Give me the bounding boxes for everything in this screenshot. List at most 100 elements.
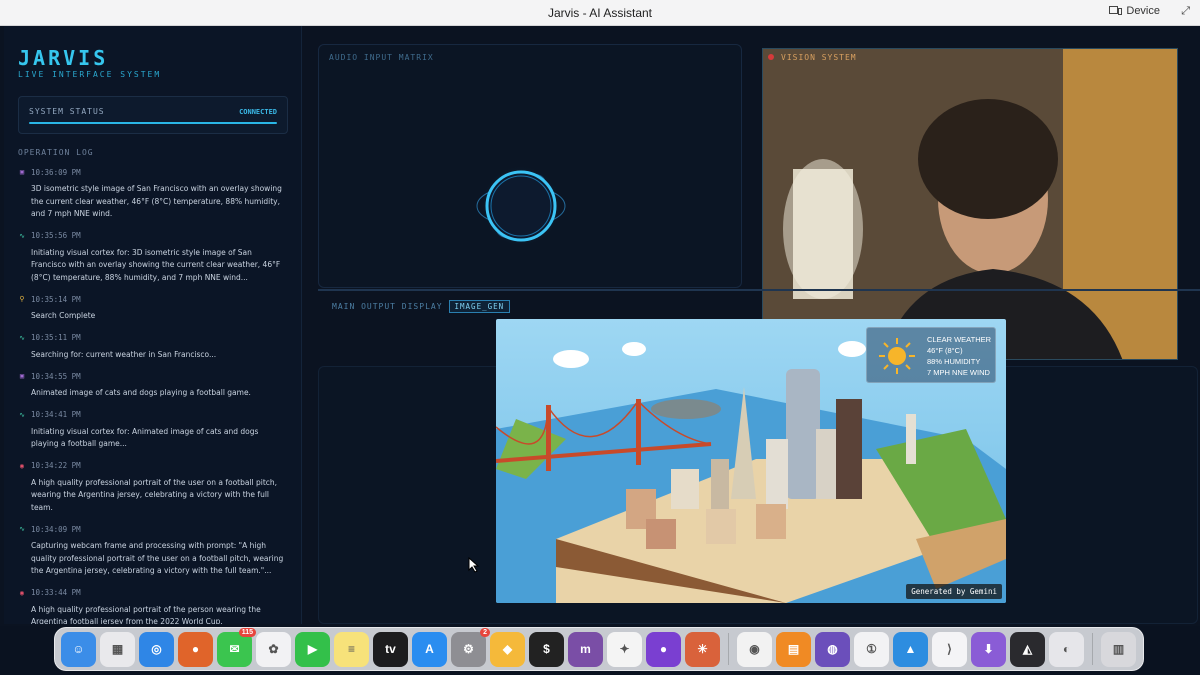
messages-icon[interactable]: ✉ 115	[217, 627, 256, 667]
dock-glyph: ⚙	[463, 642, 474, 656]
dock-glyph: ≡	[347, 642, 355, 656]
dock-glyph: ☺	[72, 642, 85, 656]
log-entry-text: Initiating visual cortex for: 3D isometr…	[31, 247, 281, 282]
unity-icon[interactable]: ◭	[1010, 631, 1045, 667]
1password-icon[interactable]: ①	[854, 631, 889, 667]
image-icon: ▣	[19, 372, 25, 380]
log-timestamp: 10:35:11 PM	[31, 333, 81, 342]
operation-log[interactable]: ▣ 10:36:09 PM 3D isometric style image of …	[18, 166, 288, 625]
dock-glyph: $	[543, 642, 550, 656]
log-entry-text: Searching for: current weather in San Fr…	[31, 349, 217, 359]
log-timestamp: 10:34:22 PM	[31, 461, 81, 470]
generated-image[interactable]: CLEAR WEATHER 46°F (8°C) 88% HUMIDITY 7 …	[496, 319, 1006, 603]
pulse-icon: ∿	[19, 410, 25, 419]
device-label: Device	[1126, 5, 1160, 17]
vscode-icon[interactable]: ⟩	[932, 631, 967, 667]
weather-temperature: 46°F (8°C)	[927, 346, 963, 355]
keynote-icon[interactable]: ▲	[893, 631, 928, 667]
firefox-dev-icon[interactable]: ●	[646, 631, 681, 667]
dock-separator	[1092, 633, 1093, 665]
app-window: JARVIS LIVE INTERFACE SYSTEM SYSTEM STAT…	[0, 26, 1200, 626]
dock-glyph: ◎	[151, 642, 162, 656]
photos-icon[interactable]: ✿	[256, 631, 291, 667]
downloader-icon[interactable]: ⬇	[971, 631, 1006, 667]
log-entry-text: A high quality professional portrait of …	[31, 477, 278, 512]
launchpad-icon[interactable]: ▦	[100, 631, 135, 667]
finder-icon[interactable]: ☺	[61, 631, 96, 667]
log-entry-time: ∿ 10:35:11 PM	[18, 332, 288, 344]
log-entry-time: ▣ 10:36:09 PM	[18, 166, 288, 178]
dock-glyph: m	[580, 642, 591, 656]
log-entry-time: ▣ 10:34:55 PM	[18, 370, 288, 382]
imovie-icon[interactable]: m	[568, 631, 603, 667]
sun-icon	[879, 338, 915, 374]
chrome-icon[interactable]: ◉	[737, 631, 772, 667]
log-entry-text: Animated image of cats and dogs playing …	[31, 388, 251, 397]
log-entry-text: Capturing webcam frame and processing wi…	[31, 541, 284, 575]
notification-badge: 2	[480, 627, 490, 637]
dock-glyph: ▥	[1112, 642, 1125, 656]
books-icon[interactable]: ▤	[776, 631, 811, 667]
dock-glyph: ⬇	[983, 642, 994, 656]
settings-icon[interactable]: ⚙ 2	[451, 627, 490, 667]
system-status-value: CONNECTED	[239, 108, 277, 116]
notes-icon[interactable]: ≡	[334, 631, 369, 667]
webcam-image	[763, 49, 1177, 359]
dock-glyph: ◐	[1062, 642, 1071, 656]
trash-icon[interactable]: ▥	[1101, 631, 1136, 667]
device-icon	[1109, 6, 1123, 15]
dock-glyph: tv	[385, 642, 396, 656]
weather-humidity: 88% HUMIDITY	[927, 357, 981, 366]
terminal-icon[interactable]: $	[529, 631, 564, 667]
dock-glyph: ✳	[697, 642, 708, 656]
firefox-icon[interactable]: ●	[178, 631, 213, 667]
fullscreen-icon[interactable]: ⤢	[1181, 4, 1190, 18]
log-entry: ◉ 10:34:22 PM A high quality professional …	[18, 460, 288, 515]
dock-glyph: ▦	[111, 642, 124, 656]
output-mode-badge: IMAGE_GEN	[448, 300, 511, 313]
status-bar	[29, 122, 277, 124]
dock-glyph: ●	[659, 642, 668, 656]
dock-glyph: ▶	[307, 642, 318, 656]
dock-glyph: ⟩	[947, 642, 952, 656]
weather-condition: CLEAR WEATHER	[927, 335, 992, 344]
log-entry-text: Initiating visual cortex for: Animated i…	[31, 426, 259, 449]
appletv-icon[interactable]: tv	[373, 631, 408, 667]
dock-glyph: ▲	[904, 642, 917, 656]
log-entry: ▣ 10:36:09 PM 3D isometric style image of …	[18, 166, 288, 221]
log-timestamp: 10:36:09 PM	[31, 167, 81, 177]
facetime-icon[interactable]: ▶	[295, 631, 330, 667]
output-header: MAIN OUTPUT DISPLAY IMAGE_GEN	[332, 300, 511, 313]
log-entry-text: 3D isometric style image of San Francisc…	[31, 184, 282, 218]
system-status-label: SYSTEM STATUS	[29, 107, 105, 116]
dock-glyph: ◭	[1022, 642, 1033, 656]
safari-icon[interactable]: ◎	[139, 631, 174, 667]
camera-icon: ◉	[19, 461, 25, 470]
weather-wind: 7 MPH NNE WIND	[927, 368, 990, 377]
generated-caption: Generated by Gemini	[906, 584, 1002, 599]
log-entry: ∿ 10:35:11 PM Searching for: current weath…	[18, 332, 288, 362]
dock-glyph: ①	[866, 642, 877, 656]
log-entry: ∿ 10:34:41 PM Initiating visual cortex for…	[18, 409, 288, 451]
dock-glyph: ◍	[827, 642, 838, 656]
dock-glyph: ◉	[749, 642, 760, 656]
github-icon[interactable]: ◍	[815, 631, 850, 667]
pulse-icon: ∿	[19, 231, 25, 240]
log-entry-time: ◉ 10:33:44 PM	[18, 587, 288, 599]
sketch-icon[interactable]: ◆	[490, 631, 525, 667]
log-timestamp: 10:34:55 PM	[31, 371, 81, 381]
mouse-cursor-icon	[468, 556, 480, 577]
system-status-card: SYSTEM STATUS CONNECTED	[18, 96, 288, 134]
chatgpt-icon[interactable]: ✦	[607, 631, 642, 667]
appstore-icon[interactable]: A	[412, 631, 447, 667]
log-timestamp: 10:34:41 PM	[31, 410, 81, 419]
device-button[interactable]: Device	[1109, 5, 1160, 17]
dock-glyph: A	[425, 642, 434, 656]
screenshot-icon[interactable]: ◐	[1049, 631, 1084, 667]
app-subtitle: LIVE INTERFACE SYSTEM	[18, 70, 162, 79]
app-logo: JARVIS	[18, 46, 109, 70]
claude-icon[interactable]: ✳	[685, 631, 720, 667]
dock-glyph: ✦	[619, 642, 630, 656]
log-entry: ◉ 10:33:44 PM A high quality professional …	[18, 587, 288, 624]
log-timestamp: 10:34:09 PM	[31, 524, 81, 534]
